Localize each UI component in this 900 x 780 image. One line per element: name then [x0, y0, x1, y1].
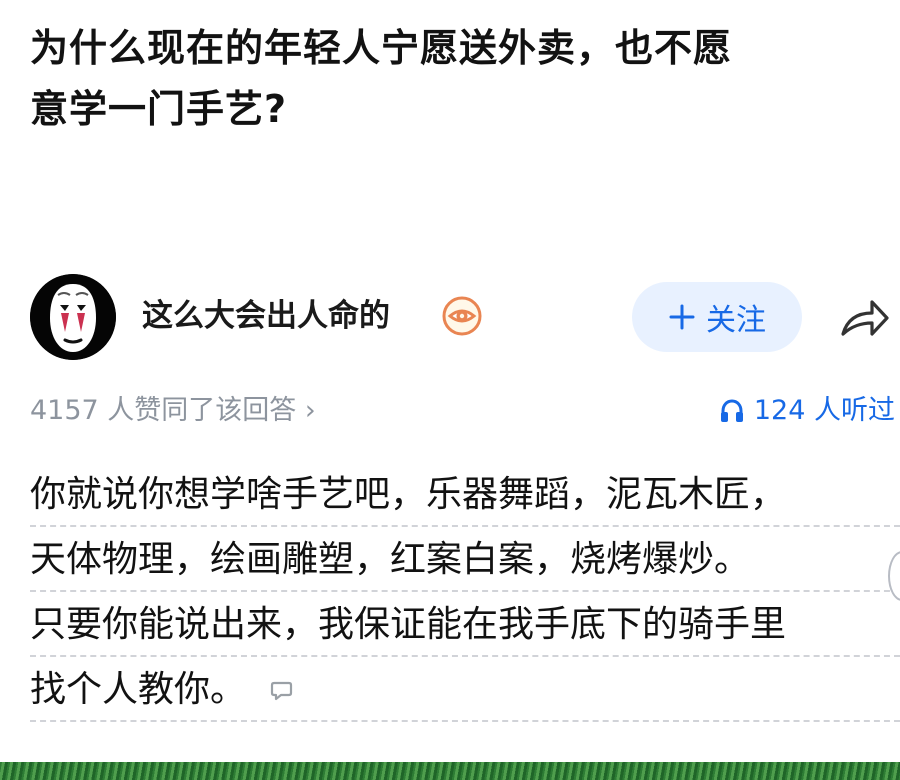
answer-line-with-comment: 找个人教你。: [30, 657, 900, 722]
listen-count[interactable]: 124 人听过: [718, 390, 895, 432]
plus-icon: [669, 304, 695, 330]
answer-line: 你就说你想学啥手艺吧，乐器舞蹈，泥瓦木匠，: [30, 462, 900, 527]
comment-bubble-icon[interactable]: [269, 678, 294, 703]
eye-badge-icon: [442, 296, 482, 336]
author-row: 这么大会出人命的 关注: [30, 272, 890, 362]
no-face-mask-avatar-icon: [30, 274, 116, 360]
answer-line-text: 找个人教你。: [30, 669, 247, 710]
answer-meta-row: 4157 人赞同了该回答 › 124 人听过: [30, 390, 895, 432]
follow-button-label: 关注: [706, 303, 766, 338]
author-avatar[interactable]: [30, 274, 116, 360]
headphones-icon: [720, 399, 743, 422]
decorative-grass-strip: [0, 762, 900, 780]
author-name[interactable]: 这么大会出人命的: [142, 296, 390, 336]
share-arrow-icon[interactable]: [834, 289, 890, 345]
approval-count-link[interactable]: 4157 人赞同了该回答 ›: [30, 390, 316, 432]
question-title: 为什么现在的年轻人宁愿送外卖，也不愿 意学一门手艺?: [30, 18, 860, 140]
follow-button[interactable]: 关注: [632, 282, 802, 352]
answer-line: 只要你能说出来，我保证能在我手底下的骑手里: [30, 592, 900, 657]
answer-content: 你就说你想学啥手艺吧，乐器舞蹈，泥瓦木匠， 天体物理，绘画雕塑，红案白案，烧烤爆…: [30, 462, 900, 722]
question-title-line-2: 意学一门手艺?: [30, 87, 288, 131]
answer-line: 天体物理，绘画雕塑，红案白案，烧烤爆炒。: [30, 527, 900, 592]
question-title-line-1: 为什么现在的年轻人宁愿送外卖，也不愿: [30, 26, 733, 70]
listen-count-text: 124 人听过: [753, 395, 895, 426]
